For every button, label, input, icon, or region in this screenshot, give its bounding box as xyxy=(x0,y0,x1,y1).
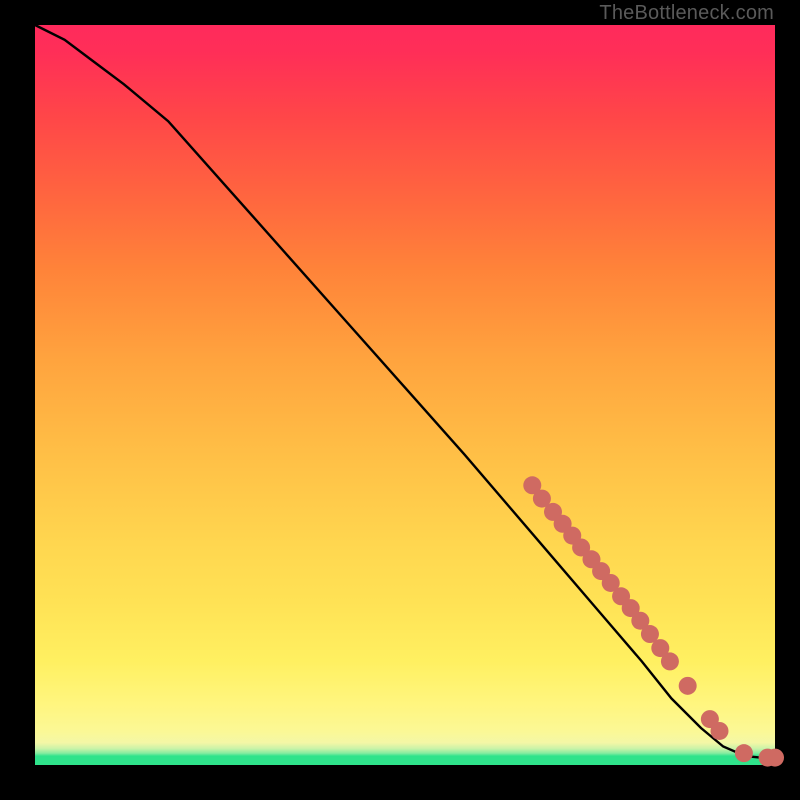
data-point xyxy=(711,722,729,740)
data-point xyxy=(735,744,753,762)
data-point xyxy=(679,677,697,695)
plot-area xyxy=(35,25,775,765)
data-point xyxy=(766,749,784,767)
chart-svg xyxy=(35,25,775,765)
watermark-text: TheBottleneck.com xyxy=(599,2,774,25)
data-points xyxy=(523,476,784,766)
chart-frame: TheBottleneck.com xyxy=(0,0,800,800)
data-point xyxy=(661,652,679,670)
